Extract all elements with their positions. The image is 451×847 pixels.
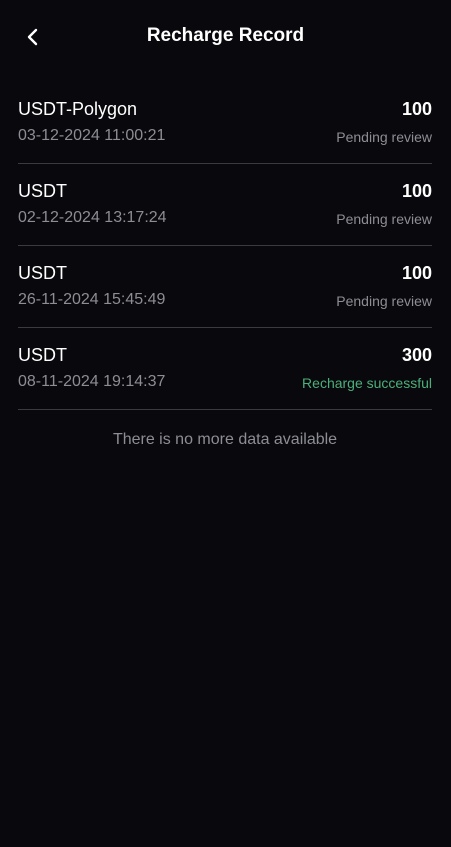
top-bar: Recharge Record — [0, 0, 451, 72]
record-amount: 300 — [401, 345, 432, 365]
record-row[interactable]: USDT-Polygon 03-12-2024 11:00:21 100 Pen… — [18, 82, 432, 164]
record-status: Recharge successful — [302, 375, 432, 391]
no-more-data-label: There is no more data available — [112, 431, 338, 448]
record-status: Pending review — [336, 211, 432, 227]
record-currency: USDT-Polygon — [18, 99, 138, 119]
record-status: Pending review — [336, 293, 432, 309]
recharge-record-list: USDT-Polygon 03-12-2024 11:00:21 100 Pen… — [18, 82, 432, 450]
record-currency: USDT — [18, 345, 67, 365]
record-timestamp: 08-11-2024 19:14:37 — [18, 373, 166, 390]
record-row[interactable]: USDT 26-11-2024 15:45:49 100 Pending rev… — [18, 246, 432, 328]
record-timestamp: 03-12-2024 11:00:21 — [18, 127, 166, 144]
record-timestamp: 26-11-2024 15:45:49 — [18, 291, 166, 308]
record-amount: 100 — [401, 181, 432, 201]
page-title: Recharge Record — [146, 25, 305, 46]
record-row[interactable]: USDT 08-11-2024 19:14:37 300 Recharge su… — [18, 328, 432, 410]
record-amount: 100 — [401, 263, 432, 283]
record-timestamp: 02-12-2024 13:17:24 — [18, 209, 167, 226]
record-row[interactable]: USDT 02-12-2024 13:17:24 100 Pending rev… — [18, 164, 432, 246]
record-currency: USDT — [18, 181, 67, 201]
record-amount: 100 — [401, 99, 432, 119]
record-currency: USDT — [18, 263, 67, 283]
record-status: Pending review — [336, 129, 432, 145]
